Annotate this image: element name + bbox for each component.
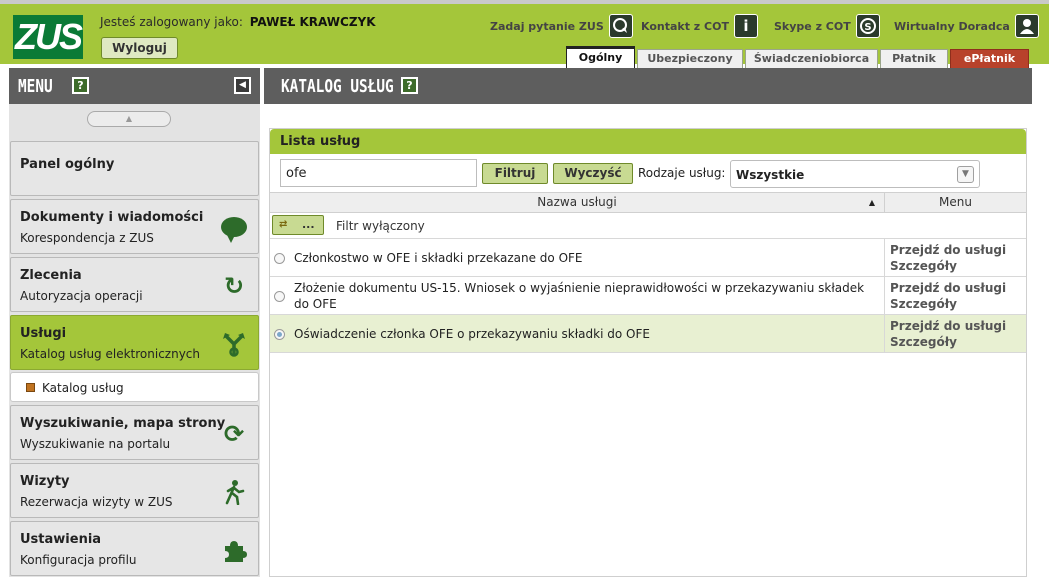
sidebar-item-wyszukiwanie[interactable]: Wyszukiwanie, mapa strony Wyszukiwanie n… — [10, 405, 259, 460]
column-header-name[interactable]: Nazwa usługi ▲ — [270, 192, 884, 213]
logged-in-prefix: Jesteś zalogowany jako: — [100, 15, 243, 29]
column-header-name-label: Nazwa usługi — [537, 195, 617, 209]
sidebar-header: MENU ? ◀ — [9, 68, 260, 104]
service-name: Złożenie dokumentu US-15. Wniosek o wyja… — [294, 281, 865, 311]
sidebar-item-subtitle: Autoryzacja operacji — [20, 289, 143, 303]
ask-zus-link[interactable]: Zadaj pytanie ZUS — [490, 12, 633, 40]
sidebar-item-subtitle: Konfiguracja profilu — [20, 553, 137, 567]
ask-zus-label: Zadaj pytanie ZUS — [490, 19, 604, 33]
filter-state-label: Filtr wyłączony — [336, 219, 425, 233]
person-icon — [1014, 14, 1039, 38]
bullet-icon — [26, 383, 35, 392]
row-menu-cell: Przejdź do usługi Szczegóły — [884, 239, 1026, 276]
sidebar-item-ustawienia[interactable]: Ustawienia Konfiguracja profilu — [10, 521, 259, 576]
tab-ubezpieczony[interactable]: Ubezpieczony — [637, 49, 743, 68]
row-menu-cell: Przejdź do usługi Szczegóły — [884, 277, 1026, 314]
tab-swiadczeniobiorca[interactable]: Świadczeniobiorca — [745, 49, 878, 68]
user-name: PAWEŁ KRAWCZYK — [249, 15, 376, 29]
filter-toggle-label: ... — [302, 218, 315, 231]
sync-icon: ⟳ — [223, 420, 245, 448]
service-search-input[interactable] — [280, 159, 477, 187]
clear-button[interactable]: Wyczyść — [553, 163, 633, 184]
walking-person-icon — [221, 479, 247, 506]
sidebar-item-wizyty[interactable]: Wizyty Rezerwacja wizyty w ZUS — [10, 463, 259, 518]
sidebar-item-title: Zlecenia — [20, 268, 82, 283]
submenu-katalog-uslug[interactable]: Katalog usług — [10, 372, 259, 402]
service-kinds-select[interactable]: Wszystkie ▼ — [730, 160, 980, 188]
zus-logo[interactable]: ZUS — [13, 15, 83, 59]
logged-in-info: Jesteś zalogowany jako: PAWEŁ KRAWCZYK — [100, 15, 376, 29]
service-kinds-value: Wszystkie — [736, 168, 805, 182]
services-panel-title: Lista usług — [280, 134, 361, 149]
tab-eplatnik[interactable]: ePłatnik — [950, 49, 1029, 68]
filter-toggle-button[interactable]: ⇄ ... — [272, 215, 324, 235]
virtual-advisor-link[interactable]: Wirtualny Doradca — [894, 12, 1039, 40]
contact-cot-link[interactable]: Kontakt z COT i — [641, 12, 758, 40]
details-link[interactable]: Szczegóły — [890, 258, 1021, 274]
sidebar-item-zlecenia[interactable]: Zlecenia Autoryzacja operacji ↻ — [10, 257, 259, 312]
branch-arrows-icon — [221, 331, 247, 357]
details-link[interactable]: Szczegóły — [890, 334, 1021, 350]
skype-cot-label: Skype z COT — [774, 19, 851, 33]
filter-arrows-icon: ⇄ — [279, 219, 288, 230]
info-icon: i — [733, 14, 758, 38]
virtual-advisor-label: Wirtualny Doradca — [894, 19, 1010, 33]
skype-cot-link[interactable]: Skype z COT S — [774, 12, 880, 40]
services-panel-header: Lista usług — [270, 129, 1026, 154]
row-radio[interactable] — [274, 253, 285, 264]
row-radio[interactable] — [274, 291, 285, 302]
sidebar-item-title: Panel ogólny — [20, 157, 115, 172]
row-radio[interactable] — [274, 329, 285, 340]
sidebar-item-subtitle: Wyszukiwanie na portalu — [20, 437, 171, 451]
contact-cot-label: Kontakt z COT — [641, 19, 729, 33]
table-row[interactable]: Członkostwo w OFE i składki przekazane d… — [270, 238, 1026, 276]
chat-question-icon — [608, 14, 633, 38]
sidebar-item-title: Ustawienia — [20, 532, 102, 547]
main-header: KATALOG USŁUG ? — [264, 68, 1032, 104]
details-link[interactable]: Szczegóły — [890, 296, 1021, 312]
sidebar-item-title: Dokumenty i wiadomości — [20, 210, 204, 225]
top-header: ZUS Jesteś zalogowany jako: PAWEŁ KRAWCZ… — [0, 0, 1049, 68]
sidebar-item-subtitle: Rezerwacja wizyty w ZUS — [20, 495, 173, 509]
menu-scroll-up-button[interactable]: ▲ — [87, 111, 171, 127]
sidebar-help-icon[interactable]: ? — [72, 77, 89, 94]
svg-text:S: S — [864, 22, 871, 33]
table-row-selected[interactable]: Oświadczenie członka OFE o przekazywaniu… — [270, 314, 1026, 353]
speech-bubble-icon — [221, 217, 247, 243]
sidebar-item-title: Wyszukiwanie, mapa strony — [20, 416, 226, 431]
go-to-service-link[interactable]: Przejdź do usługi — [890, 242, 1021, 258]
tab-ogolny[interactable]: Ogólny — [566, 46, 635, 68]
sidebar-item-title: Wizyty — [20, 474, 70, 489]
tab-platnik[interactable]: Płatnik — [880, 49, 948, 68]
service-name: Członkostwo w OFE i składki przekazane d… — [294, 251, 583, 265]
services-panel: Lista usług Filtruj Wyczyść Rodzaje usłu… — [269, 128, 1027, 577]
table-row[interactable]: Złożenie dokumentu US-15. Wniosek o wyja… — [270, 276, 1026, 314]
logout-button[interactable]: Wyloguj — [101, 37, 178, 59]
go-to-service-link[interactable]: Przejdź do usługi — [890, 280, 1021, 296]
chevron-down-icon[interactable]: ▼ — [957, 166, 974, 183]
sidebar-item-subtitle: Korespondencja z ZUS — [20, 231, 154, 245]
sidebar-item-title: Usługi — [20, 326, 67, 341]
sidebar-title: MENU — [18, 76, 53, 97]
filter-button[interactable]: Filtruj — [482, 163, 548, 184]
page-title: KATALOG USŁUG — [281, 76, 394, 97]
collapse-sidebar-icon[interactable]: ◀ — [234, 77, 251, 94]
service-name: Oświadczenie członka OFE o przekazywaniu… — [294, 327, 650, 341]
sidebar-item-subtitle: Katalog usług elektronicznych — [20, 347, 200, 361]
puzzle-icon — [221, 537, 247, 563]
column-header-menu: Menu — [884, 192, 1026, 213]
submenu-label: Katalog usług — [42, 381, 124, 395]
sidebar-item-uslugi[interactable]: Usługi Katalog usług elektronicznych — [10, 315, 259, 370]
row-menu-cell: Przejdź do usługi Szczegóły — [884, 315, 1026, 352]
sidebar-item-dokumenty[interactable]: Dokumenty i wiadomości Korespondencja z … — [10, 199, 259, 254]
sidebar-item-panel-ogolny[interactable]: Panel ogólny — [10, 141, 259, 196]
page-edge — [1034, 68, 1049, 577]
service-kinds-label: Rodzaje usług: — [638, 166, 726, 180]
skype-icon: S — [855, 14, 880, 38]
sort-ascending-icon[interactable]: ▲ — [869, 193, 875, 212]
page-help-icon[interactable]: ? — [401, 77, 418, 94]
go-to-service-link[interactable]: Przejdź do usługi — [890, 318, 1021, 334]
refresh-icon: ↻ — [223, 272, 245, 300]
